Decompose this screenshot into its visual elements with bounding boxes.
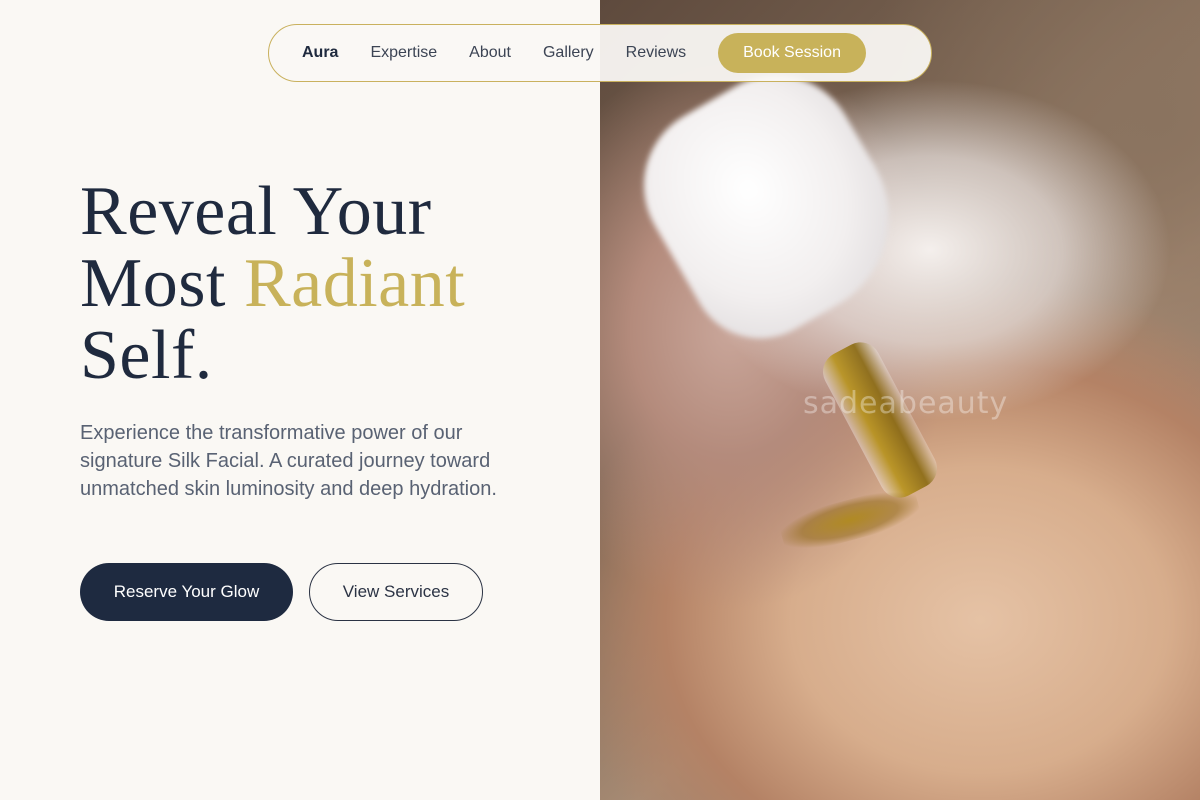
hero-left-panel (0, 0, 600, 800)
dropper-bulb-shape (614, 46, 926, 364)
nav-link-about[interactable]: About (469, 44, 511, 62)
main-nav: Aura Expertise About Gallery Reviews Boo… (268, 24, 932, 82)
book-session-button[interactable]: Book Session (718, 33, 866, 73)
brand-logo[interactable]: Aura (302, 44, 338, 62)
image-watermark: sadeabeauty (803, 386, 1009, 421)
hero-description: Experience the transformative power of o… (80, 422, 497, 500)
reserve-your-glow-button[interactable]: Reserve Your Glow (80, 563, 293, 621)
nav-link-gallery[interactable]: Gallery (543, 44, 594, 62)
oil-drop-shape (777, 482, 923, 558)
hero-title-accent: Radiant (243, 245, 466, 322)
hero-title-line2-prefix: Most (80, 245, 244, 322)
hero-title-line3: Self. (80, 317, 213, 394)
nav-link-expertise[interactable]: Expertise (370, 44, 437, 62)
nav-link-reviews[interactable]: Reviews (626, 44, 686, 62)
hero-title-line1: Reveal Your (80, 173, 432, 250)
hero-title: Reveal Your Most Radiant Self. (80, 176, 580, 392)
hero-image: sadeabeauty (600, 0, 1200, 800)
view-services-button[interactable]: View Services (309, 563, 483, 621)
